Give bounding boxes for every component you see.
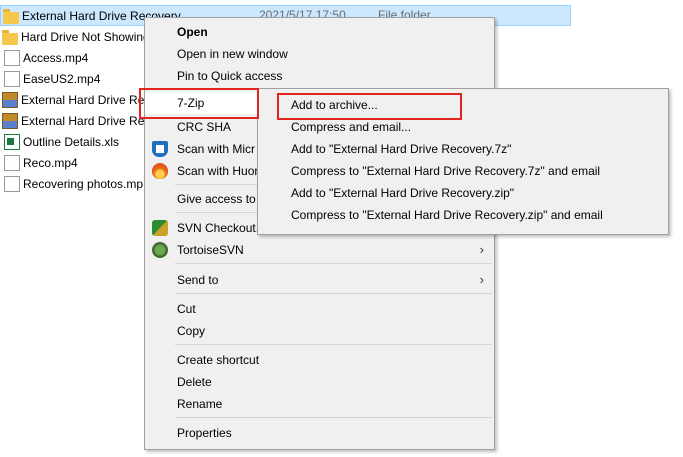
archive-icon [2,112,18,129]
menu-rename-label: Rename [177,397,223,411]
menu-crc-sha-label: CRC SHA [177,120,232,134]
archive-icon [2,91,18,108]
menu-tortoise-svn[interactable]: TortoiseSVN › [145,239,494,261]
menu-divider [175,344,492,345]
file-name: Hard Drive Not Showing [21,29,150,44]
file-name: Recovering photos.mp [23,176,144,191]
menu-scan-huorong-label: Scan with Huor [177,164,259,178]
menu-open-label: Open [177,25,208,39]
menu-create-shortcut[interactable]: Create shortcut [145,349,494,371]
folder-icon [3,8,19,24]
menu-copy[interactable]: Copy [145,320,494,342]
menu-pin-quick-access[interactable]: Pin to Quick access [145,65,494,87]
menu-properties[interactable]: Properties [145,422,494,444]
submenu-compress-email-label: Compress and email... [291,120,412,134]
menu-scan-microsoft-label: Scan with Micr [177,142,256,156]
menu-open-new-window-label: Open in new window [177,47,288,61]
flame-icon [152,163,168,179]
menu-rename[interactable]: Rename [145,393,494,415]
file-name: EaseUS2.mp4 [23,71,101,86]
submenu-add-zip-label: Add to "External Hard Drive Recovery.zip… [291,186,515,200]
file-row[interactable]: Recovering photos.mp [0,173,143,194]
shield-icon [152,141,168,157]
submenu-compress-zip-email-label: Compress to "External Hard Drive Recover… [291,208,603,222]
menu-7zip-label: 7-Zip [177,96,205,110]
menu-give-access-label: Give access to [177,192,256,206]
file-row[interactable]: External Hard Drive Rec [0,110,150,131]
chevron-right-icon: › [479,242,484,257]
file-name: External Hard Drive Rec [21,92,151,107]
menu-send-to[interactable]: Send to › [145,269,494,291]
document-icon [4,175,20,192]
menu-open-new-window[interactable]: Open in new window [145,43,494,65]
document-icon [4,49,20,66]
menu-properties-label: Properties [177,426,232,440]
menu-send-to-label: Send to [177,273,219,287]
menu-delete[interactable]: Delete [145,371,494,393]
menu-divider [175,293,492,294]
submenu-compress-7z-email[interactable]: Compress to "External Hard Drive Recover… [258,160,668,182]
file-name: Outline Details.xls [23,134,120,149]
menu-divider [175,263,492,264]
menu-cut[interactable]: Cut [145,298,494,320]
submenu-add-7z[interactable]: Add to "External Hard Drive Recovery.7z" [258,138,668,160]
menu-pin-label: Pin to Quick access [177,69,283,83]
file-row[interactable]: External Hard Drive Rec [0,89,150,110]
menu-svn-checkout-label: SVN Checkout. [177,221,260,235]
file-row[interactable]: EaseUS2.mp4 [0,68,100,89]
menu-delete-label: Delete [177,375,212,389]
excel-icon [4,133,20,150]
file-row[interactable]: Reco.mp4 [0,152,78,173]
menu-cut-label: Cut [177,302,196,316]
menu-divider [175,417,492,418]
document-icon [4,154,20,171]
submenu-compress-7z-email-label: Compress to "External Hard Drive Recover… [291,164,601,178]
menu-open[interactable]: Open [145,21,494,43]
chevron-right-icon: › [479,272,484,287]
tortoise-icon [152,242,168,258]
menu-copy-label: Copy [177,324,206,338]
submenu-add-to-archive[interactable]: Add to archive... [258,94,668,116]
svn-checkout-icon [152,220,168,236]
submenu-compress-email[interactable]: Compress and email... [258,116,668,138]
folder-icon [2,29,18,45]
file-name: Reco.mp4 [23,155,78,170]
file-row[interactable]: Access.mp4 [0,47,88,68]
submenu-add-zip[interactable]: Add to "External Hard Drive Recovery.zip… [258,182,668,204]
document-icon [4,70,20,87]
file-name: Access.mp4 [23,50,89,65]
submenu-compress-zip-email[interactable]: Compress to "External Hard Drive Recover… [258,204,668,226]
submenu-add-7z-label: Add to "External Hard Drive Recovery.7z" [291,142,512,156]
menu-create-shortcut-label: Create shortcut [177,353,260,367]
file-name: External Hard Drive Rec [21,113,151,128]
submenu-add-to-archive-label: Add to archive... [291,98,378,112]
7zip-submenu: Add to archive... Compress and email... … [257,88,669,235]
menu-tortoise-svn-label: TortoiseSVN [177,243,244,257]
file-row[interactable]: Hard Drive Not Showing [0,26,150,47]
file-row[interactable]: Outline Details.xls [0,131,119,152]
